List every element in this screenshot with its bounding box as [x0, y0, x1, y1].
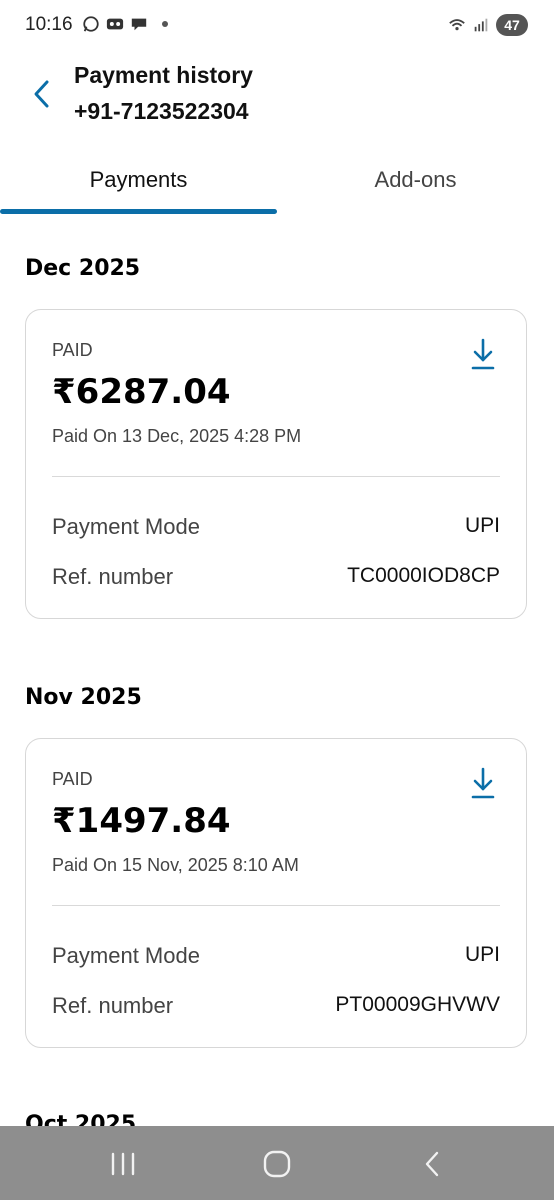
page-title: Payment history [74, 62, 253, 88]
status-time: 10:16 [25, 14, 73, 35]
month-heading: Dec 2025 [25, 256, 141, 281]
ref-number-label: Ref. number [52, 564, 174, 589]
payment-amount: ₹1497.84 [52, 801, 231, 841]
payment-mode-value: UPI [464, 943, 500, 966]
app-header: Payment history +91-7123522304 [0, 52, 554, 142]
card-divider [52, 905, 500, 906]
payment-mode-value: UPI [464, 514, 500, 537]
battery-icon: 47 [496, 14, 528, 36]
home-button[interactable] [247, 1144, 307, 1184]
more-notifications-dot [162, 21, 168, 27]
phone-number: +91-7123522304 [74, 98, 249, 124]
payment-card: PAID ₹6287.04 Paid On 13 Dec, 2025 4:28 … [25, 309, 527, 619]
back-button[interactable] [22, 74, 62, 114]
payment-amount: ₹6287.04 [52, 372, 231, 412]
back-icon [425, 1151, 439, 1177]
active-tab-indicator [0, 209, 277, 214]
download-icon[interactable] [470, 767, 496, 801]
payment-status: PAID [52, 769, 93, 789]
tab-payments[interactable]: Payments [0, 150, 277, 210]
recents-button[interactable] [93, 1144, 153, 1184]
ref-number-value: PT00009GHVWV [335, 993, 500, 1016]
status-bar: 10:16 47 [0, 0, 554, 52]
payment-mode-label: Payment Mode [52, 514, 200, 539]
payment-card: PAID ₹1497.84 Paid On 15 Nov, 2025 8:10 … [25, 738, 527, 1048]
signal-icon [474, 18, 488, 32]
chevron-left-icon [34, 80, 49, 108]
tab-bar: Payments Add-ons [0, 150, 554, 220]
recents-icon [111, 1152, 135, 1176]
voicemail-icon [106, 18, 124, 30]
system-icons: 47 [448, 14, 528, 36]
download-icon[interactable] [470, 338, 496, 372]
ref-number-value: TC0000IOD8CP [347, 564, 500, 587]
wifi-icon [449, 19, 465, 31]
notification-icons [82, 15, 168, 33]
nav-back-button[interactable] [402, 1144, 462, 1184]
payment-mode-label: Payment Mode [52, 943, 200, 968]
payment-date: Paid On 13 Dec, 2025 4:28 PM [52, 426, 302, 446]
whatsapp-icon [83, 16, 99, 32]
chat-icon [131, 18, 147, 31]
payment-date: Paid On 15 Nov, 2025 8:10 AM [52, 855, 299, 875]
month-heading: Nov 2025 [25, 685, 142, 710]
payment-status: PAID [52, 340, 93, 360]
system-nav-bar [0, 1126, 554, 1200]
card-divider [52, 476, 500, 477]
tab-add-ons[interactable]: Add-ons [277, 150, 554, 210]
home-icon [263, 1150, 291, 1178]
ref-number-label: Ref. number [52, 993, 174, 1018]
